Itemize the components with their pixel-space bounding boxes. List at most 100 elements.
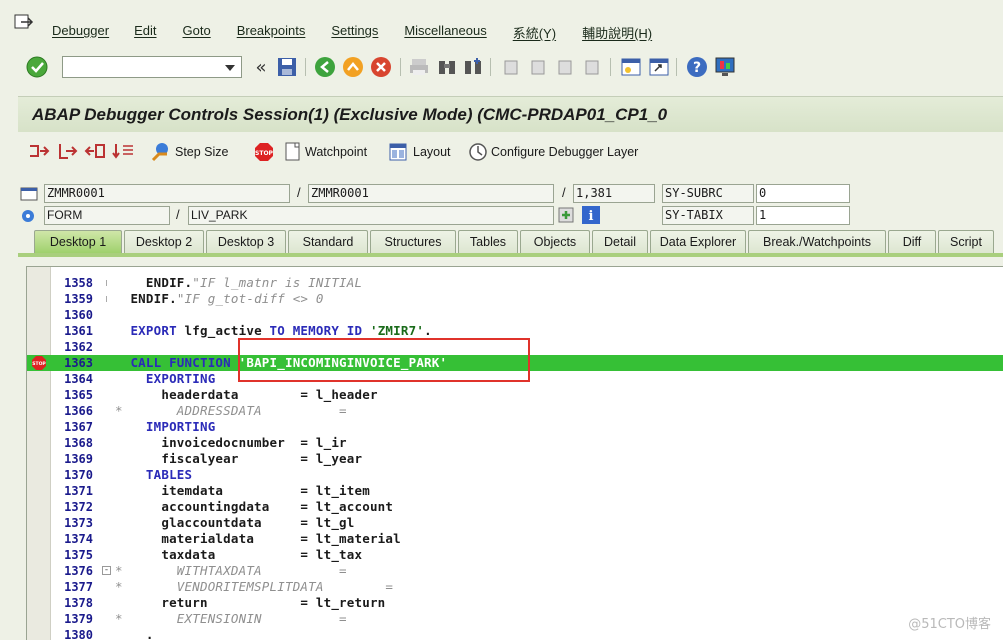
separator-slash: /: [297, 185, 301, 200]
watchpoint-button[interactable]: Watchpoint: [284, 142, 367, 162]
code-line[interactable]: 1373 glaccountdata = lt_gl: [27, 515, 1003, 531]
fold-toggle-icon[interactable]: -: [102, 566, 111, 575]
tab-diff[interactable]: Diff: [888, 230, 936, 253]
svg-text:?: ?: [693, 60, 701, 76]
tab-desktop-3[interactable]: Desktop 3: [206, 230, 286, 253]
enter-check-icon[interactable]: [26, 56, 48, 78]
code-line[interactable]: 1361 EXPORT lfg_active TO MEMORY ID 'ZMI…: [27, 323, 1003, 339]
code-line[interactable]: 1380 .: [27, 627, 1003, 640]
breakpoint-stop-icon[interactable]: STOP: [32, 356, 46, 370]
code-line[interactable]: 1379 * EXTENSIONIN =: [27, 611, 1003, 627]
code-text: headerdata = l_header: [115, 387, 378, 402]
next-page-icon[interactable]: [554, 56, 576, 78]
code-line[interactable]: 1365 headerdata = l_header: [27, 387, 1003, 403]
continue-icon[interactable]: [112, 142, 137, 160]
print-icon[interactable]: [408, 56, 430, 78]
tab-desktop-2[interactable]: Desktop 2: [124, 230, 204, 253]
code-text: materialdata = lt_material: [115, 531, 401, 546]
svg-text:i: i: [589, 209, 594, 224]
configure-debugger-layer-button[interactable]: Configure Debugger Layer: [468, 142, 638, 162]
layout-button[interactable]: Layout: [388, 142, 451, 162]
menu-help[interactable]: 輔助說明(H): [582, 23, 652, 42]
code-line[interactable]: 1377 * VENDORITEMSPLITDATA =: [27, 579, 1003, 595]
code-line[interactable]: 1360: [27, 307, 1003, 323]
line-number: 1377: [64, 580, 93, 594]
code-line[interactable]: 1374 materialdata = lt_material: [27, 531, 1003, 547]
configure-icon: [469, 143, 487, 161]
previous-page-icon[interactable]: [527, 56, 549, 78]
line-number: 1364: [64, 372, 93, 386]
step-size-button[interactable]: Step Size: [150, 142, 229, 162]
save-icon[interactable]: [276, 56, 298, 78]
info-icon[interactable]: i: [581, 205, 601, 225]
single-step-icon[interactable]: [28, 142, 53, 160]
title-bar: ABAP Debugger Controls Session(1) (Exclu…: [18, 96, 1003, 132]
command-field[interactable]: [62, 56, 242, 78]
tab-desktop-1[interactable]: Desktop 1: [34, 230, 122, 254]
sy-tabix-label: SY-TABIX: [662, 206, 754, 225]
source-code-editor[interactable]: 1358 ENDIF."IF l_matnr is INITIAL 1359 EN…: [26, 266, 1003, 640]
menu-debugger[interactable]: Debugger: [52, 23, 109, 42]
tab-data-explorer[interactable]: Data Explorer: [650, 230, 746, 253]
code-text: glaccountdata = lt_gl: [115, 515, 355, 530]
tab-tables[interactable]: Tables: [458, 230, 518, 253]
collapse-arrows-icon[interactable]: «: [250, 56, 272, 78]
dropdown-arrow-icon[interactable]: [225, 65, 235, 71]
return-icon[interactable]: [84, 142, 109, 160]
sy-subrc-value[interactable]: 0: [756, 184, 850, 203]
execute-icon[interactable]: [56, 142, 81, 160]
menu-settings[interactable]: Settings: [331, 23, 378, 42]
find-icon[interactable]: [436, 56, 458, 78]
help-icon[interactable]: ?: [686, 56, 708, 78]
tab-structures[interactable]: Structures: [370, 230, 456, 253]
add-watch-icon[interactable]: [557, 205, 577, 225]
tab-script[interactable]: Script: [938, 230, 994, 253]
sy-tabix-value[interactable]: 1: [756, 206, 850, 225]
separator-slash: /: [562, 185, 566, 200]
line-number: 1365: [64, 388, 93, 402]
customize-layout-icon[interactable]: [714, 56, 736, 78]
code-line[interactable]: 1369 fiscalyear = l_year: [27, 451, 1003, 467]
tab-standard[interactable]: Standard: [288, 230, 368, 253]
sy-subrc-label: SY-SUBRC: [662, 184, 754, 203]
code-line[interactable]: 1378 return = lt_return: [27, 595, 1003, 611]
application-toolbar: Step Size STOP Watchpoint Layout Configu…: [18, 138, 1003, 168]
menu-edit[interactable]: Edit: [134, 23, 156, 42]
line-number: 1367: [64, 420, 93, 434]
include-field: ZMMR0001: [308, 184, 554, 203]
code-line[interactable]: 1370 TABLES: [27, 467, 1003, 483]
code-line[interactable]: 1372 accountingdata = lt_account: [27, 499, 1003, 515]
code-line[interactable]: 1368 invoicedocnumber = l_ir: [27, 435, 1003, 451]
shortcut-icon[interactable]: [648, 56, 670, 78]
code-line[interactable]: 1375 taxdata = lt_tax: [27, 547, 1003, 563]
code-line[interactable]: 1371 itemdata = lt_item: [27, 483, 1003, 499]
last-page-icon[interactable]: [581, 56, 603, 78]
step-size-icon: [151, 143, 168, 162]
menu-miscellaneous[interactable]: Miscellaneous: [404, 23, 486, 42]
svg-text:STOP: STOP: [255, 150, 274, 157]
menu-goto[interactable]: Goto: [183, 23, 211, 42]
back-icon[interactable]: [314, 56, 336, 78]
first-page-icon[interactable]: [500, 56, 522, 78]
code-line[interactable]: 1376- * WITHTAXDATA =: [27, 563, 1003, 579]
stop-breakpoint-icon[interactable]: STOP: [254, 142, 277, 162]
code-line[interactable]: 1367 IMPORTING: [27, 419, 1003, 435]
tab-break-watchpoints[interactable]: Break./Watchpoints: [748, 230, 886, 253]
exit-menu-icon[interactable]: [14, 14, 36, 32]
standard-toolbar: « ?: [0, 46, 1003, 90]
line-number-field: 1,381: [573, 184, 655, 203]
line-number: 1378: [64, 596, 93, 610]
new-session-icon[interactable]: [620, 56, 642, 78]
code-line[interactable]: 1358 ENDIF."IF l_matnr is INITIAL: [27, 275, 1003, 291]
code-line[interactable]: 1359 ENDIF."IF g_tot-diff <> 0: [27, 291, 1003, 307]
menu-breakpoints[interactable]: Breakpoints: [237, 23, 306, 42]
separator-slash: /: [176, 207, 180, 222]
line-number: 1362: [64, 340, 93, 354]
exit-icon[interactable]: [342, 56, 364, 78]
cancel-icon[interactable]: [370, 56, 392, 78]
find-next-icon[interactable]: [462, 56, 484, 78]
code-line[interactable]: 1366 * ADDRESSDATA =: [27, 403, 1003, 419]
tab-detail[interactable]: Detail: [592, 230, 648, 253]
tab-objects[interactable]: Objects: [520, 230, 590, 253]
menu-system[interactable]: 系統(Y): [513, 23, 556, 42]
